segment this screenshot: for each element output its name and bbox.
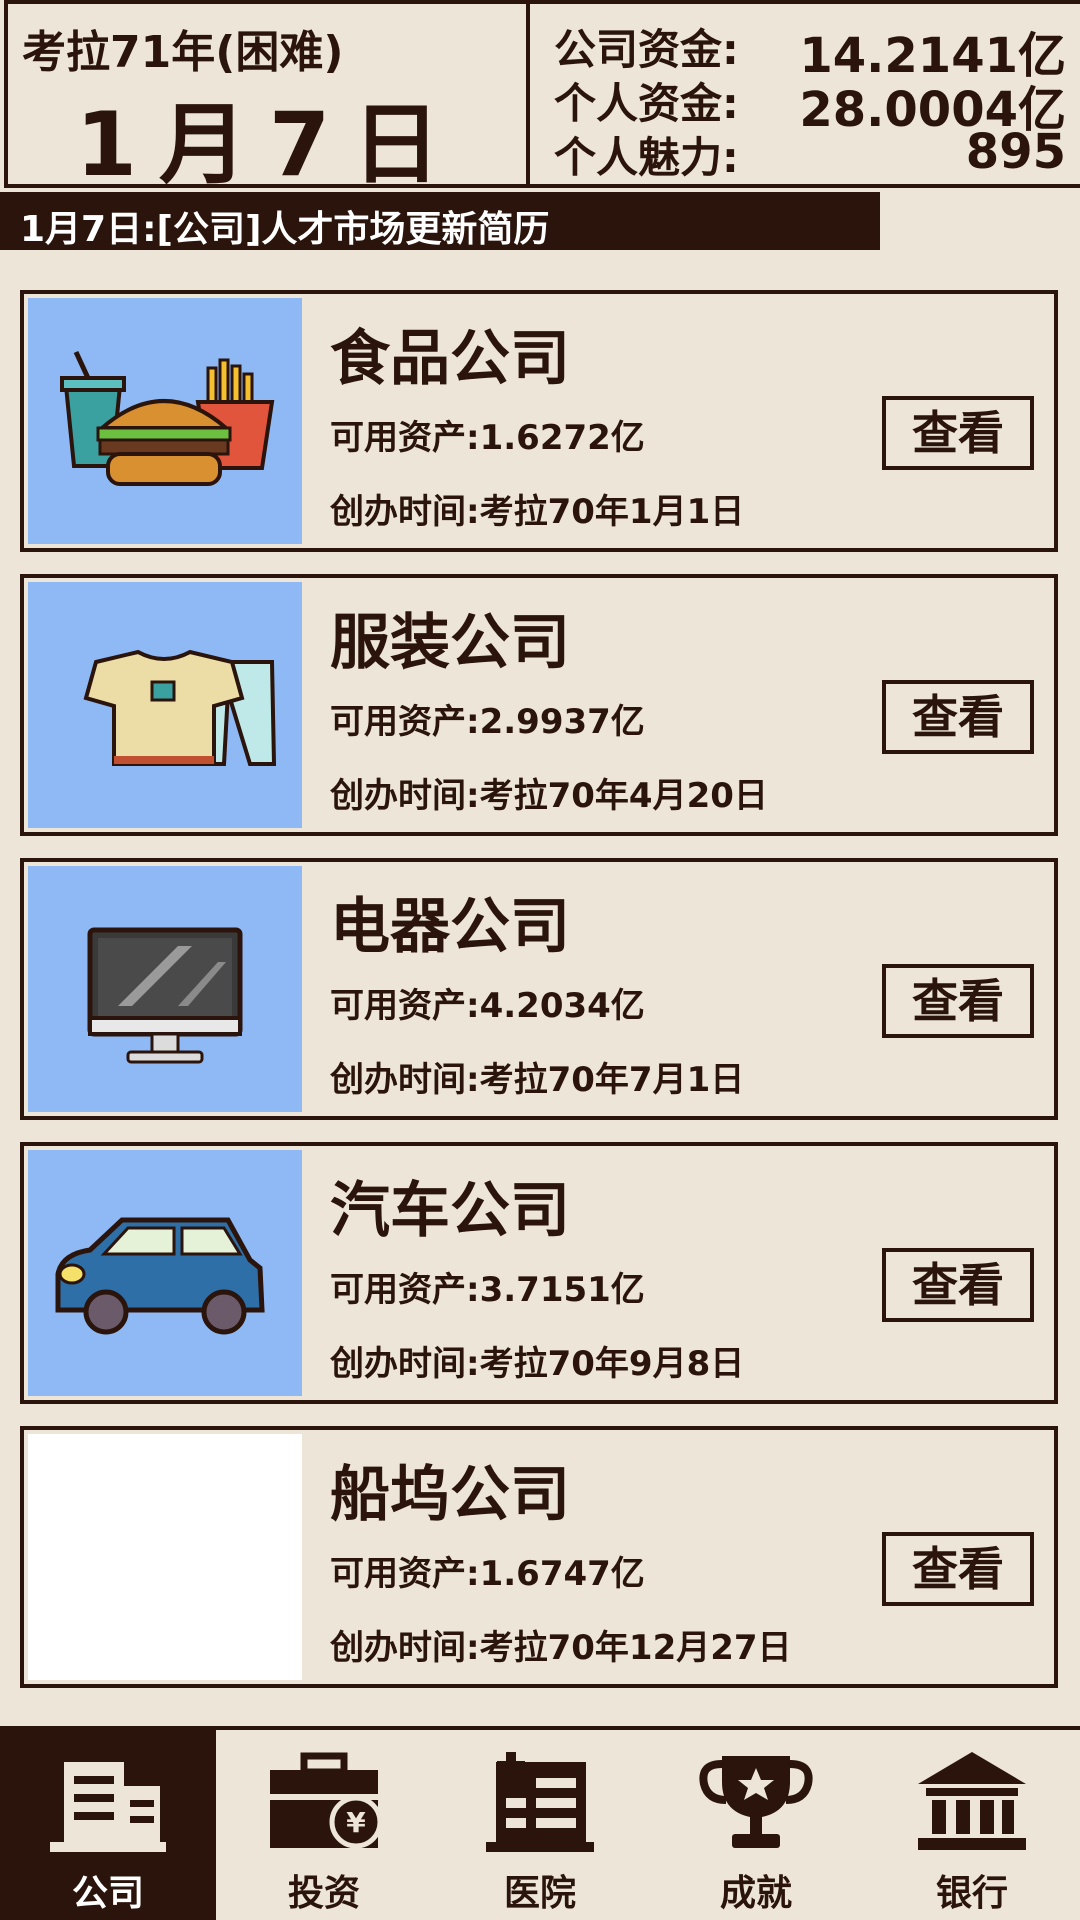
company-name: 船坞公司 — [330, 1460, 570, 1530]
company-founded-date: 创办时间:考拉70年7月1日 — [330, 1060, 745, 1100]
company-founded-date: 创办时间:考拉70年12月27日 — [330, 1628, 792, 1668]
company-funds-label: 公司资金: — [554, 25, 739, 74]
header: 考拉71年(困难) 1月7日 公司资金: 14.2141亿 个人资金: 28.0… — [0, 0, 1080, 196]
charm-label: 个人魅力: — [554, 133, 739, 182]
company-assets: 可用资产:2.9937亿 — [330, 702, 645, 742]
view-button[interactable]: 查看 — [882, 1248, 1034, 1322]
view-button[interactable]: 查看 — [882, 964, 1034, 1038]
year-label: 考拉71年(困难) — [22, 27, 344, 78]
company-assets: 可用资产:1.6272亿 — [330, 418, 645, 458]
current-date: 1月7日 — [75, 93, 463, 196]
company-assets: 可用资产:4.2034亿 — [330, 986, 645, 1026]
company-name: 汽车公司 — [330, 1176, 570, 1246]
stats-panel: 公司资金: 14.2141亿 个人资金: 28.0004亿 个人魅力: 895 — [526, 0, 1080, 188]
trophy-icon — [699, 1756, 813, 1848]
company-assets: 可用资产:3.7151亿 — [330, 1270, 645, 1310]
company-thumb — [28, 298, 302, 544]
bottom-nav: 公司 ¥ 投资 医院 成就 银行 — [0, 1726, 1080, 1920]
company-thumb — [28, 866, 302, 1112]
nav-tab-label: 银行 — [935, 1873, 1008, 1914]
nav-tab-hospital[interactable]: 医院 — [432, 1730, 648, 1920]
company-name: 食品公司 — [330, 324, 570, 394]
company-founded-date: 创办时间:考拉70年1月1日 — [330, 492, 745, 532]
company-card-auto: 汽车公司 可用资产:3.7151亿 创办时间:考拉70年9月8日 查看 — [20, 1142, 1058, 1404]
bank-icon — [918, 1752, 1026, 1850]
charm-value: 895 — [965, 124, 1066, 180]
company-thumb — [28, 1150, 302, 1396]
company-card-clothing: 服装公司 可用资产:2.9937亿 创办时间:考拉70年4月20日 查看 — [20, 574, 1058, 836]
nav-tab-achievements[interactable]: 成就 — [648, 1730, 864, 1920]
company-card-food: 食品公司 可用资产:1.6272亿 创办时间:考拉70年1月1日 查看 — [20, 290, 1058, 552]
personal-funds-label: 个人资金: — [554, 79, 739, 128]
personal-funds-row: 个人资金: 28.0004亿 — [554, 70, 1066, 138]
briefcase-yen-icon: ¥ — [270, 1752, 382, 1849]
company-funds-row: 公司资金: 14.2141亿 — [554, 16, 1066, 84]
company-card-shipyard: 船坞公司 可用资产:1.6747亿 创办时间:考拉70年12月27日 查看 — [20, 1426, 1058, 1688]
news-ticker-empty-area — [884, 196, 1080, 246]
company-founded-date: 创办时间:考拉70年4月20日 — [330, 776, 768, 816]
news-ticker: 1月7日:[公司]人才市场更新简历 — [0, 192, 880, 250]
nav-tab-label: 投资 — [287, 1873, 360, 1914]
nav-tab-invest[interactable]: ¥ 投资 — [216, 1730, 432, 1920]
company-card-electronics: 电器公司 可用资产:4.2034亿 创办时间:考拉70年7月1日 查看 — [20, 858, 1058, 1120]
clothing-icon — [83, 649, 277, 766]
nav-tab-label: 医院 — [503, 1873, 576, 1914]
company-name: 电器公司 — [330, 892, 570, 962]
car-icon — [55, 1217, 265, 1335]
svg-text:¥: ¥ — [346, 1806, 366, 1839]
company-building-icon — [50, 1762, 166, 1852]
news-text: 1月7日:[公司]人才市场更新简历 — [20, 209, 550, 250]
nav-tab-label: 成就 — [719, 1873, 792, 1914]
company-thumb-empty — [28, 1434, 302, 1680]
company-founded-date: 创办时间:考拉70年9月8日 — [330, 1344, 745, 1384]
date-panel: 考拉71年(困难) 1月7日 — [4, 0, 526, 196]
view-button[interactable]: 查看 — [882, 396, 1034, 470]
charm-row: 个人魅力: 895 — [554, 124, 1066, 182]
company-thumb — [28, 582, 302, 828]
view-button[interactable]: 查看 — [882, 680, 1034, 754]
nav-tab-bank[interactable]: 银行 — [864, 1730, 1080, 1920]
hospital-icon — [486, 1752, 594, 1852]
view-button[interactable]: 查看 — [882, 1532, 1034, 1606]
food-icon — [60, 350, 275, 486]
nav-tab-company[interactable]: 公司 — [0, 1730, 216, 1920]
company-name: 服装公司 — [330, 608, 570, 678]
company-assets: 可用资产:1.6747亿 — [330, 1554, 645, 1594]
monitor-icon — [87, 927, 243, 1064]
nav-tab-label: 公司 — [71, 1873, 144, 1914]
